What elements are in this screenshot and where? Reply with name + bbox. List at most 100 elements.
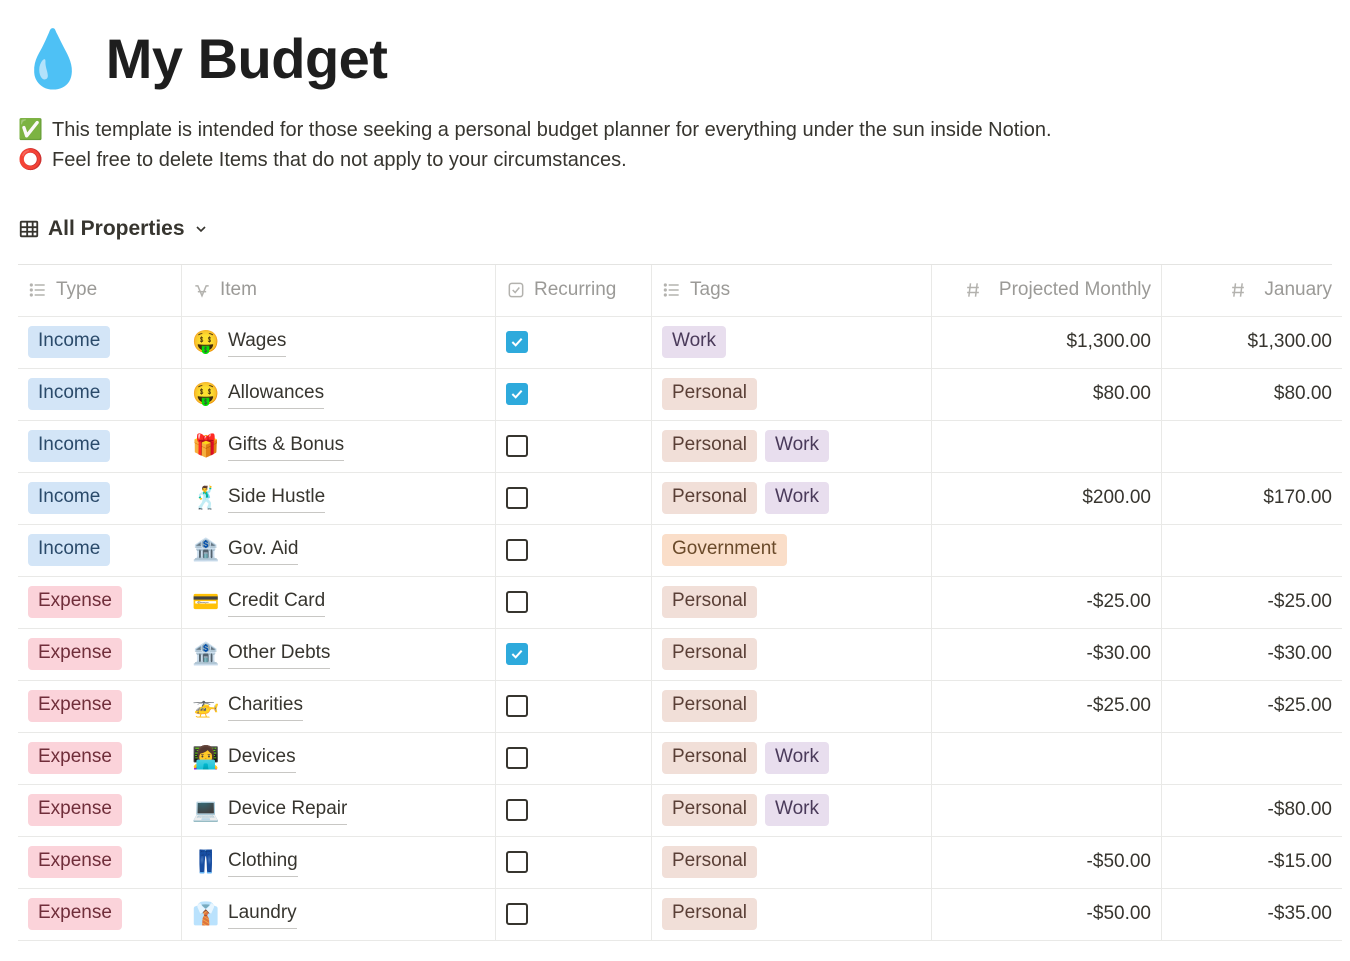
cell-january[interactable]: -$35.00 [1162,889,1342,941]
cell-tags[interactable]: Work [652,317,932,369]
cell-january[interactable]: -$80.00 [1162,785,1342,837]
recurring-checkbox[interactable] [506,539,528,561]
cell-recurring[interactable] [496,889,652,941]
cell-projected[interactable]: $200.00 [932,473,1162,525]
recurring-checkbox[interactable] [506,383,528,405]
page-title[interactable]: My Budget [106,20,388,98]
cell-projected[interactable]: -$25.00 [932,577,1162,629]
cell-projected[interactable]: -$30.00 [932,629,1162,681]
cell-item[interactable]: 🤑Allowances [182,369,496,421]
cell-type[interactable]: Expense [18,889,182,941]
cell-january[interactable]: -$15.00 [1162,837,1342,889]
cell-projected[interactable]: $80.00 [932,369,1162,421]
cell-projected[interactable] [932,421,1162,473]
table-row[interactable]: Expense💳Credit CardPersonal-$25.00-$25.0… [18,577,1332,629]
col-recurring[interactable]: Recurring [496,265,652,317]
recurring-checkbox[interactable] [506,903,528,925]
table-row[interactable]: Income🤑WagesWork$1,300.00$1,300.00 [18,317,1332,369]
recurring-checkbox[interactable] [506,747,528,769]
page-emoji[interactable]: 💧 [18,31,88,87]
cell-type[interactable]: Expense [18,681,182,733]
table-row[interactable]: Expense🚁CharitiesPersonal-$25.00-$25.00 [18,681,1332,733]
cell-tags[interactable]: PersonalWork [652,785,932,837]
cell-item[interactable]: 🏦Gov. Aid [182,525,496,577]
col-item[interactable]: Item [182,265,496,317]
cell-item[interactable]: 🚁Charities [182,681,496,733]
table-row[interactable]: Expense👔LaundryPersonal-$50.00-$35.00 [18,889,1332,941]
table-row[interactable]: Expense🏦Other DebtsPersonal-$30.00-$30.0… [18,629,1332,681]
col-type[interactable]: Type [18,265,182,317]
cell-type[interactable]: Expense [18,629,182,681]
cell-tags[interactable]: Personal [652,889,932,941]
cell-recurring[interactable] [496,733,652,785]
cell-type[interactable]: Expense [18,837,182,889]
cell-projected[interactable]: -$50.00 [932,889,1162,941]
cell-tags[interactable]: Government [652,525,932,577]
recurring-checkbox[interactable] [506,851,528,873]
cell-january[interactable]: $1,300.00 [1162,317,1342,369]
cell-tags[interactable]: PersonalWork [652,421,932,473]
col-tags[interactable]: Tags [652,265,932,317]
cell-projected[interactable]: -$50.00 [932,837,1162,889]
cell-tags[interactable]: Personal [652,837,932,889]
table-row[interactable]: Expense👖ClothingPersonal-$50.00-$15.00 [18,837,1332,889]
cell-item[interactable]: 🎁Gifts & Bonus [182,421,496,473]
cell-recurring[interactable] [496,473,652,525]
cell-recurring[interactable] [496,837,652,889]
cell-item[interactable]: 🕺Side Hustle [182,473,496,525]
cell-item[interactable]: 💻Device Repair [182,785,496,837]
cell-january[interactable]: $170.00 [1162,473,1342,525]
cell-item[interactable]: 🏦Other Debts [182,629,496,681]
recurring-checkbox[interactable] [506,487,528,509]
cell-recurring[interactable] [496,421,652,473]
cell-tags[interactable]: PersonalWork [652,473,932,525]
cell-recurring[interactable] [496,369,652,421]
recurring-checkbox[interactable] [506,591,528,613]
cell-projected[interactable]: -$25.00 [932,681,1162,733]
cell-january[interactable] [1162,733,1342,785]
table-row[interactable]: Income🕺Side HustlePersonalWork$200.00$17… [18,473,1332,525]
cell-recurring[interactable] [496,317,652,369]
cell-recurring[interactable] [496,785,652,837]
table-row[interactable]: Income🤑AllowancesPersonal$80.00$80.00 [18,369,1332,421]
cell-january[interactable] [1162,525,1342,577]
cell-recurring[interactable] [496,525,652,577]
cell-type[interactable]: Income [18,317,182,369]
cell-type[interactable]: Expense [18,785,182,837]
recurring-checkbox[interactable] [506,695,528,717]
cell-recurring[interactable] [496,681,652,733]
cell-january[interactable]: -$25.00 [1162,577,1342,629]
cell-type[interactable]: Expense [18,733,182,785]
cell-projected[interactable] [932,785,1162,837]
cell-item[interactable]: 👖Clothing [182,837,496,889]
table-row[interactable]: Income🎁Gifts & BonusPersonalWork [18,421,1332,473]
view-selector[interactable]: All Properties [18,214,209,243]
cell-recurring[interactable] [496,577,652,629]
cell-recurring[interactable] [496,629,652,681]
cell-type[interactable]: Expense [18,577,182,629]
col-january[interactable]: January [1162,265,1342,317]
cell-item[interactable]: 👩‍💻Devices [182,733,496,785]
cell-projected[interactable] [932,733,1162,785]
cell-january[interactable]: $80.00 [1162,369,1342,421]
table-row[interactable]: Expense💻Device RepairPersonalWork-$80.00 [18,785,1332,837]
cell-item[interactable]: 💳Credit Card [182,577,496,629]
recurring-checkbox[interactable] [506,331,528,353]
cell-january[interactable]: -$30.00 [1162,629,1342,681]
table-row[interactable]: Income🏦Gov. Aid Government [18,525,1332,577]
cell-item[interactable]: 👔Laundry [182,889,496,941]
cell-tags[interactable]: Personal [652,577,932,629]
cell-tags[interactable]: Personal [652,681,932,733]
recurring-checkbox[interactable] [506,435,528,457]
cell-january[interactable]: -$25.00 [1162,681,1342,733]
recurring-checkbox[interactable] [506,799,528,821]
cell-type[interactable]: Income [18,369,182,421]
cell-type[interactable]: Income [18,525,182,577]
cell-january[interactable] [1162,421,1342,473]
cell-item[interactable]: 🤑Wages [182,317,496,369]
cell-tags[interactable]: PersonalWork [652,733,932,785]
col-projected[interactable]: Projected Monthly [932,265,1162,317]
recurring-checkbox[interactable] [506,643,528,665]
cell-type[interactable]: Income [18,473,182,525]
cell-tags[interactable]: Personal [652,629,932,681]
